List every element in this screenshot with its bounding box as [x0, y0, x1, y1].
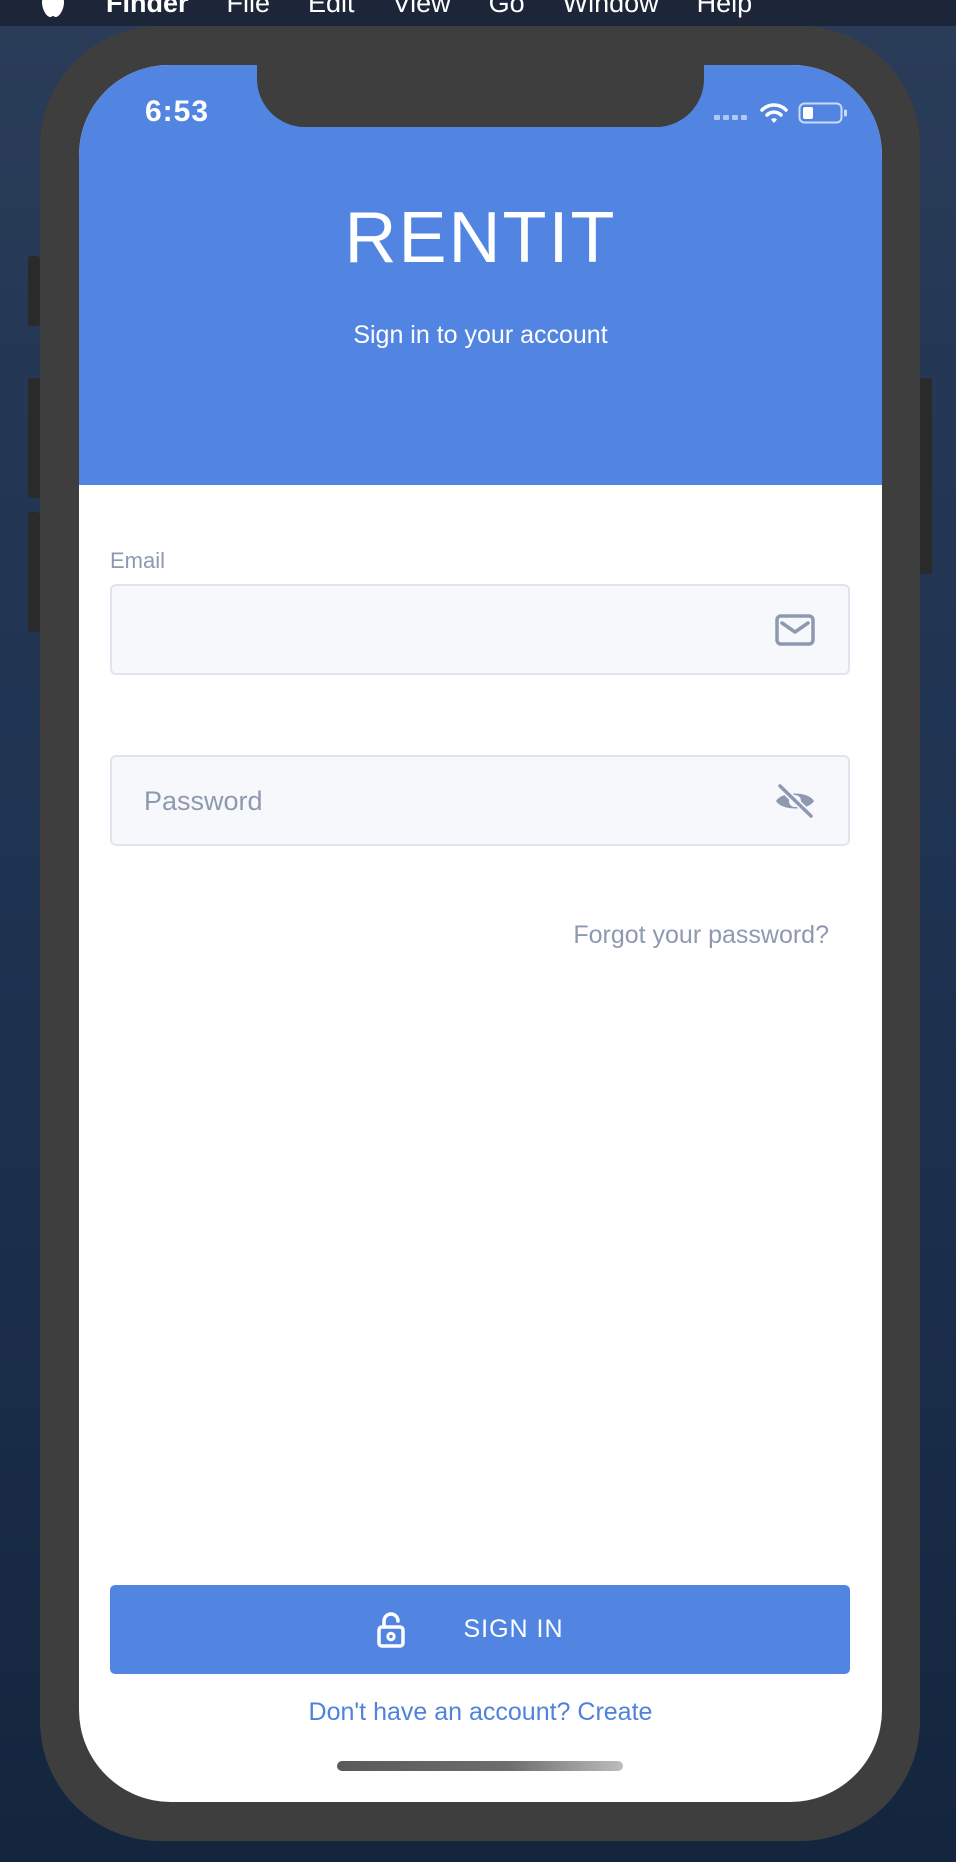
home-indicator: [337, 1761, 623, 1771]
sign-in-label: SIGN IN: [463, 1615, 564, 1643]
email-field[interactable]: [110, 584, 850, 675]
volume-down-button: [28, 512, 40, 632]
menu-window[interactable]: Window: [563, 0, 659, 20]
email-input[interactable]: [142, 586, 746, 675]
email-label: Email: [110, 548, 166, 573]
wifi-icon: [760, 103, 788, 123]
status-icons: [714, 101, 848, 125]
menu-bar: Finder File Edit View Go Window Help: [0, 0, 956, 26]
menu-help[interactable]: Help: [697, 0, 753, 20]
menu-edit[interactable]: Edit: [308, 0, 355, 20]
battery-icon: [798, 102, 847, 124]
status-time: 6:53: [145, 95, 210, 128]
password-field[interactable]: [110, 755, 850, 846]
menu-file[interactable]: File: [227, 0, 271, 20]
app-title: RENTIT: [344, 198, 617, 278]
forgot-password-link[interactable]: Forgot your password?: [573, 921, 829, 950]
device-notch: [257, 65, 704, 127]
password-input[interactable]: [142, 757, 746, 846]
menu-view[interactable]: View: [393, 0, 451, 20]
header-banner: 6:53 RENTIT Sign in to your account: [79, 65, 882, 485]
app-screen: 6:53 RENTIT Sign in to your account Emai…: [79, 65, 882, 1802]
unlock-icon: [377, 1611, 406, 1648]
power-button: [920, 378, 932, 574]
mail-icon: [775, 614, 815, 646]
create-account-link[interactable]: Don't have an account? Create: [79, 1698, 882, 1727]
eye-off-icon[interactable]: [774, 783, 816, 819]
apple-logo-icon[interactable]: [40, 0, 66, 18]
volume-up-button: [28, 378, 40, 498]
sign-in-button[interactable]: SIGN IN: [110, 1585, 850, 1674]
menu-app-name[interactable]: Finder: [106, 0, 189, 20]
menu-go[interactable]: Go: [489, 0, 525, 20]
mute-switch: [28, 256, 40, 326]
page-subtitle: Sign in to your account: [353, 321, 608, 349]
cellular-signal-icon: [714, 107, 750, 120]
